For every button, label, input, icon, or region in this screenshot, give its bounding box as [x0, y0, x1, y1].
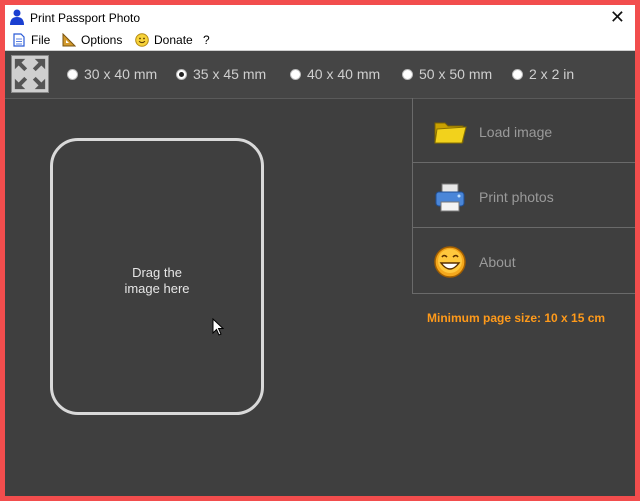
radio-30x40[interactable]	[67, 68, 78, 80]
size-option-2x2in[interactable]: 2 x 2 in	[512, 66, 574, 82]
smiley-icon	[135, 33, 149, 47]
set-square-icon	[62, 33, 76, 47]
radio-50x50[interactable]	[402, 68, 413, 80]
menu-donate[interactable]: Donate	[135, 32, 193, 48]
smiley-icon	[434, 246, 466, 278]
size-option-50x50[interactable]: 50 x 50 mm	[402, 66, 492, 82]
size-option-30x40[interactable]: 30 x 40 mm	[67, 66, 157, 82]
load-image-button[interactable]: Load image	[413, 98, 635, 163]
title-bar: Print Passport Photo ✕	[5, 5, 635, 30]
print-photos-button[interactable]: Print photos	[413, 163, 635, 228]
menu-options[interactable]: Options	[62, 32, 122, 48]
menu-file[interactable]: File	[12, 32, 50, 48]
menu-help[interactable]: ?	[203, 32, 210, 48]
size-option-40x40[interactable]: 40 x 40 mm	[290, 66, 380, 82]
min-page-size-note: Minimum page size: 10 x 15 cm	[427, 311, 606, 325]
radio-40x40[interactable]	[290, 68, 301, 80]
about-button[interactable]: About	[413, 228, 635, 293]
action-panel: Load image Print photos About	[412, 98, 635, 294]
radio-35x45[interactable]	[176, 68, 187, 80]
size-toolbar: 30 x 40 mm 35 x 45 mm 40 x 40 mm 50 x 50…	[5, 51, 635, 99]
drop-zone-text-line2: image here	[124, 281, 190, 296]
document-icon	[13, 33, 25, 47]
move-arrows-icon	[14, 58, 46, 90]
move-button[interactable]	[11, 55, 49, 93]
image-drop-zone[interactable]: Drag the image here	[50, 138, 264, 415]
folder-icon	[434, 122, 467, 144]
printer-icon	[435, 183, 465, 212]
mouse-cursor-icon	[212, 318, 224, 336]
menu-bar: File Options Donate ?	[5, 30, 635, 51]
drop-zone-text-line1: Drag the	[132, 265, 182, 280]
size-option-35x45[interactable]: 35 x 45 mm	[176, 66, 266, 82]
window-title: Print Passport Photo	[30, 11, 141, 25]
user-icon	[10, 9, 24, 25]
app-window: Print Passport Photo ✕ File Options Dona…	[5, 5, 635, 496]
close-icon[interactable]: ✕	[610, 7, 625, 28]
radio-2x2in[interactable]	[512, 68, 523, 80]
